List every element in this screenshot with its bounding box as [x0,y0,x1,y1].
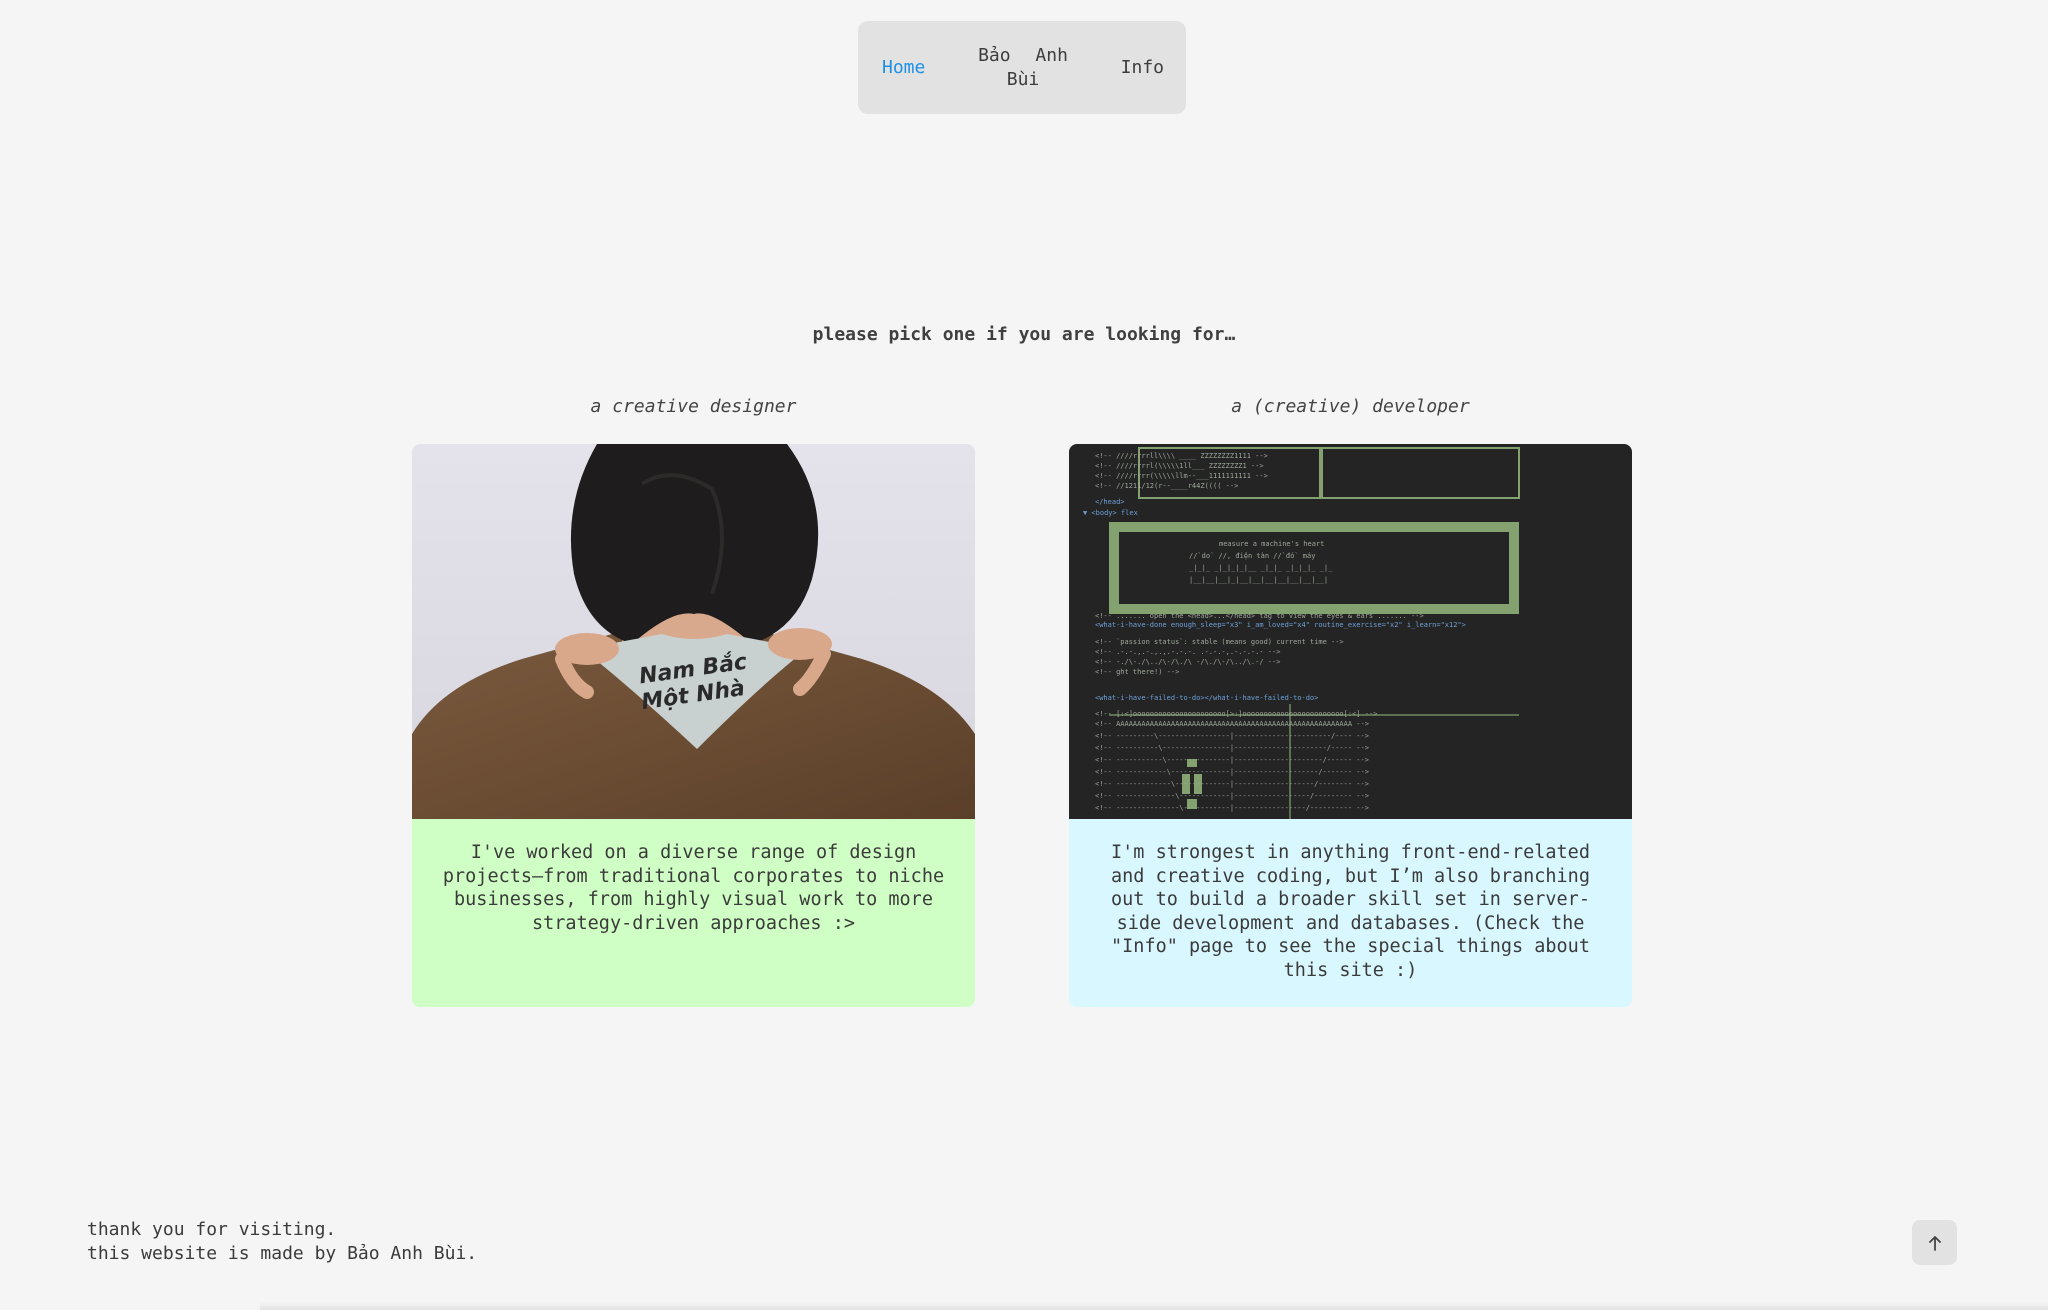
svg-text:<!-- ---------\---------------: <!-- ---------\-----------------|-------… [1095,732,1369,740]
nav-name[interactable]: Bảo Anh Bùi [973,44,1073,92]
developer-card-title: a (creative) developer [1231,396,1470,417]
top-nav: Home Bảo Anh Bùi Info [858,21,1186,114]
footer: thank you for visiting. this website is … [87,1218,477,1265]
svg-text:_|_|_ _|_|_|_|__ _|_|_ _|_|_|_: _|_|_ _|_|_|_|__ _|_|_ _|_|_|_ _|_ [1189,564,1333,572]
svg-text://`do` //, điện tàn //`: //`do` //, điện tàn //`đó` máy [1189,552,1315,560]
footer-thanks: thank you for visiting. [87,1219,337,1240]
svg-text:<!-- -----------\-------------: <!-- -----------\---------------|-------… [1095,756,1369,764]
svg-text:<!-- ////rrrrl(\\\\\1ll___ ZZZ: <!-- ////rrrrl(\\\\\1ll___ ZZZZZZZZ1 --> [1095,462,1264,470]
svg-text:<!-- -------------\-----------: <!-- -------------\-------------|-------… [1095,780,1369,788]
svg-text:<!-- `passion status`: stable: <!-- `passion status`: stable (means goo… [1095,638,1344,646]
svg-text:<!-- ////rrrrll\\\\ ____ ZZZZZ: <!-- ////rrrrll\\\\ ____ ZZZZZZZZ1111 --… [1095,452,1268,460]
svg-text:<!-- ght there!): <!-- ght there!) --> [1095,668,1179,676]
svg-text:<!-- ....... open the <head>..: <!-- ....... open the <head>...</head> t… [1095,612,1424,620]
svg-text:<!-- --------------\----------: <!-- --------------\------------|-------… [1095,792,1369,800]
svg-text:<!-- ----------\--------------: <!-- ----------\----------------|-------… [1095,744,1369,752]
footer-credit: this website is made by Bảo Anh Bùi. [87,1242,478,1264]
svg-text:<what-i-have-done enough_sleep: <what-i-have-done enough_sleep="x3" i_am… [1095,621,1466,629]
nav-info[interactable]: Info [1121,56,1164,80]
svg-text:measure a machine's: measure a machine's heart [1219,540,1324,548]
svg-text:<!-- ---------------\---------: <!-- ---------------\-----------|-------… [1095,804,1369,812]
designer-card-title: a creative designer [590,396,797,417]
window-edge-shadow [260,1302,2048,1310]
developer-screenshot: <!-- ////rrrrll\\\\ ____ ZZZZZZZZ1111 --… [1069,444,1632,819]
svg-text:<!-- ////rrrr(\\\\\llm--___111: <!-- ////rrrr(\\\\\llm--___1111111111 --… [1095,472,1268,480]
nav-home[interactable]: Home [882,56,925,80]
designer-card[interactable]: Nam Bắc Một Nhà I've worked on a diverse… [412,444,975,1007]
svg-text:<!-- //1211/12(r--____r44Z((((: <!-- //1211/12(r--____r44Z(((( --> [1095,482,1238,490]
svg-text:▼ <body> flex: ▼ <body> flex [1083,509,1138,517]
svg-text:<!-- [:<]ooooooooooooooooooooo: <!-- [:<]oooooooooooooooooooooo[>:]ooooo… [1095,710,1377,718]
svg-text:<!-- ------------\------------: <!-- ------------\--------------|-------… [1095,768,1369,776]
arrow-up-icon [1928,1235,1941,1251]
developer-card[interactable]: <!-- ////rrrrll\\\\ ____ ZZZZZZZZ1111 --… [1069,444,1632,1007]
developer-description: I'm strongest in anything front-end-rela… [1069,819,1632,1007]
svg-text:<!-- .-.-.,.-.,.,.-.-.-.: <!-- .-.-.,.-.,.,.-.-.-. .-.-.-,.-.-.-.-… [1095,648,1280,656]
svg-text:<what-i-have-failed-to-do></wh: <what-i-have-failed-to-do></what-i-have-… [1095,694,1318,702]
scroll-to-top-button[interactable] [1912,1220,1957,1265]
designer-description: I've worked on a diverse range of design… [412,819,975,1007]
svg-text:|__|__|__|_|__|__|__|__|__|__|: |__|__|__|_|__|__|__|__|__|__|__| [1189,576,1328,584]
svg-text:<!-- -./\-./\../\-/\./\: <!-- -./\-./\../\-/\./\ -/\./\-/\../\.-/… [1095,658,1280,666]
designer-photo: Nam Bắc Một Nhà [412,444,975,819]
page-heading: please pick one if you are looking for… [812,324,1236,345]
svg-text:<!-- AAAAAAAAAAAAAAAAAAAAAAAAA: <!-- AAAAAAAAAAAAAAAAAAAAAAAAAAAAAAAAAAA… [1095,720,1369,728]
svg-text:</head>: </head> [1095,498,1125,506]
